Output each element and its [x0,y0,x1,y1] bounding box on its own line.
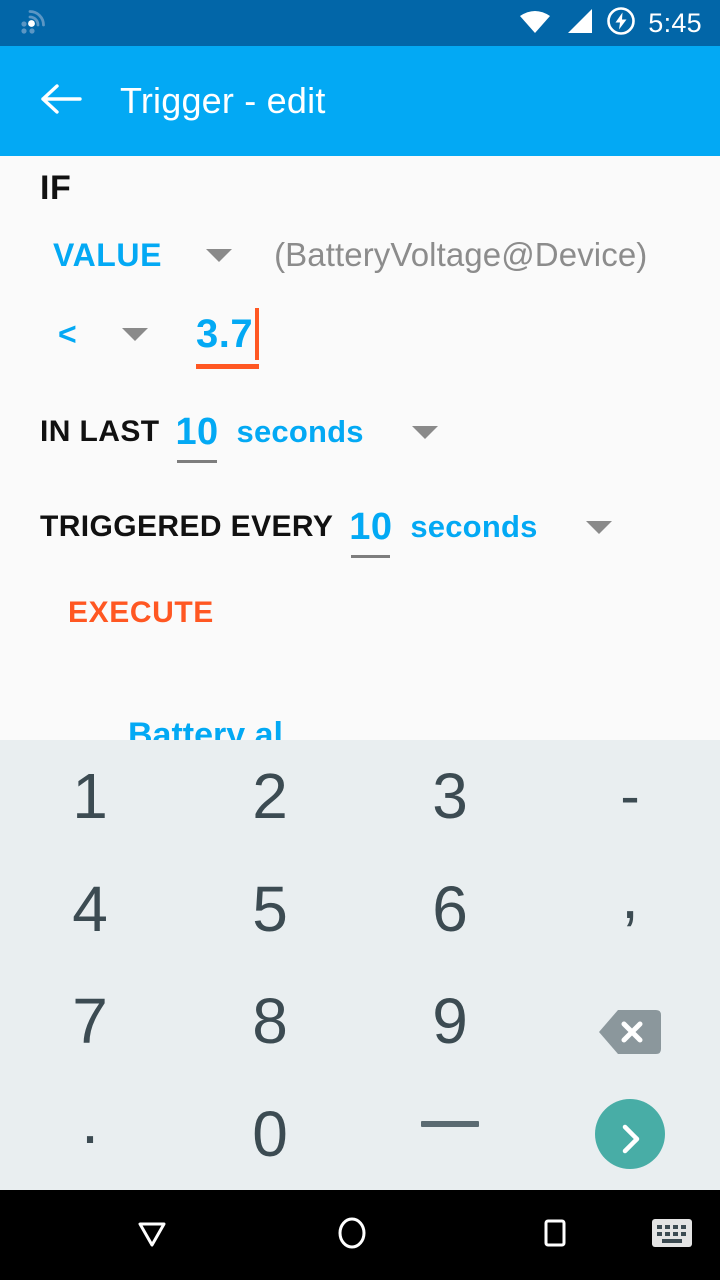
key-4[interactable]: 4 [0,853,180,966]
cellular-signal-icon [564,7,594,40]
nav-keyboard-indicator[interactable] [650,1216,694,1255]
key-2[interactable]: 2 [180,740,360,853]
nav-home-button[interactable] [330,1211,374,1260]
status-bar-notifications [0,6,48,41]
backspace-icon [598,997,662,1055]
threshold-input[interactable]: 3.7 [196,303,260,369]
underscore-glyph [421,1120,479,1127]
in-last-amount-input[interactable]: 10 [175,403,219,463]
back-button[interactable] [30,70,92,132]
input-underline [196,364,260,369]
key-7[interactable]: 7 [0,965,180,1078]
action-list: Battery al [0,716,720,740]
in-last-label: IN LAST [40,415,160,448]
if-label: IF [40,169,72,207]
enter-button[interactable] [595,1097,665,1171]
key-underscore[interactable] [360,1078,540,1191]
source-type-dropdown[interactable]: VALUE [53,237,162,274]
triggered-every-amount-input[interactable]: 10 [349,498,393,558]
chevron-down-icon[interactable] [206,248,233,262]
execute-label[interactable]: EXECUTE [68,596,214,630]
operator-dropdown[interactable]: < [58,316,78,353]
nav-recents-button[interactable] [533,1211,577,1260]
key-comma[interactable]: , [540,853,720,966]
chevron-down-icon[interactable] [122,327,148,341]
in-last-unit[interactable]: seconds [237,414,364,450]
key-5[interactable]: 5 [180,853,360,966]
key-0[interactable]: 0 [180,1078,360,1191]
in-last-amount: 10 [175,410,219,453]
nav-back-button[interactable] [130,1211,174,1260]
input-underline [177,460,217,463]
android-nav-bar [0,1190,720,1280]
triggered-every-amount: 10 [349,505,393,548]
in-last-row: IN LAST 10 seconds [0,401,720,463]
text-cursor [255,308,260,360]
chevron-down-icon[interactable] [411,425,438,439]
key-8[interactable]: 8 [180,965,360,1078]
square-recents-icon [533,1211,577,1260]
chevron-down-icon[interactable] [585,520,612,534]
app-bar: Trigger - edit [0,46,720,156]
numeric-keyboard: 1 2 3 - 4 5 6 , 7 8 9 . 0 [0,740,720,1190]
arrow-left-icon [40,82,82,121]
value-source-row: VALUE (BatteryVoltage@Device) [0,224,720,286]
key-9[interactable]: 9 [360,965,540,1078]
wifi-icon [518,7,552,40]
key-3[interactable]: 3 [360,740,540,853]
triggered-every-label: TRIGGERED EVERY [40,510,334,543]
key-dash[interactable]: - [540,740,720,853]
action-item-label[interactable]: Battery al [128,716,283,740]
key-enter[interactable] [540,1078,720,1191]
triggered-every-row: TRIGGERED EVERY 10 seconds [0,496,720,558]
source-name-label: (BatteryVoltage@Device) [274,236,648,273]
key-1[interactable]: 1 [0,740,180,853]
key-backspace[interactable] [540,965,720,1078]
trigger-edit-form: IF VALUE (BatteryVoltage@Device) < 3.7 I… [0,156,720,740]
status-bar-icons: 5:45 [518,6,720,41]
page-title: Trigger - edit [120,80,326,121]
chevron-right-icon [615,1097,645,1171]
status-bar: 5:45 [0,0,720,46]
cast-wireless-icon [18,6,48,41]
keyboard-indicator-icon [650,1216,694,1255]
key-6[interactable]: 6 [360,853,540,966]
threshold-value: 3.7 [196,311,254,356]
triggered-every-unit[interactable]: seconds [410,509,537,545]
triangle-down-back-icon [130,1211,174,1260]
input-underline [351,555,391,558]
battery-charging-icon [606,6,636,41]
comparison-row: < 3.7 [0,303,720,369]
key-period[interactable]: . [0,1078,180,1191]
status-bar-clock: 5:45 [648,7,702,38]
circle-home-icon [330,1211,374,1260]
